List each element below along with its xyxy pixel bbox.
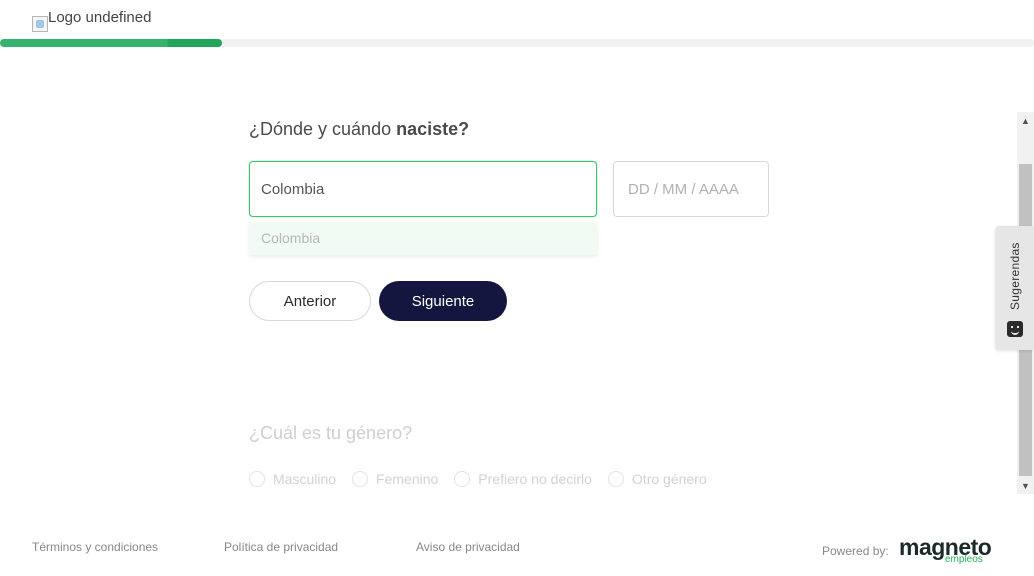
logo-alt-text: Logo undefined (48, 9, 152, 26)
radio-button[interactable] (352, 471, 369, 487)
progress-bar-fill (0, 39, 223, 47)
birth-country-input[interactable] (249, 161, 597, 217)
birth-question: ¿Dónde y cuándo naciste? (249, 119, 469, 140)
gender-option-masculino[interactable]: Masculino (249, 471, 336, 487)
country-suggestions-dropdown: Colombia (249, 223, 597, 255)
gender-option-label: Otro género (631, 471, 707, 487)
previous-button[interactable]: Anterior (249, 281, 371, 321)
magneto-logo[interactable]: magneto empleos (899, 536, 992, 565)
gender-question: ¿Cuál es tu género? (249, 423, 413, 443)
radio-button[interactable] (249, 471, 265, 487)
footer-link-privacy-policy[interactable]: Política de privacidad (224, 540, 338, 554)
gender-option-label: Femenino (376, 471, 439, 487)
radio-button[interactable] (454, 471, 471, 487)
birth-question-prefix: ¿Dónde y cuándo (249, 119, 397, 139)
radio-button[interactable] (607, 471, 624, 487)
broken-image-icon (32, 16, 48, 32)
smiley-icon (1007, 321, 1023, 337)
footer-link-terms[interactable]: Términos y condiciones (32, 540, 158, 554)
gender-option-label: Prefiero no decirlo (478, 471, 592, 487)
progress-bar (0, 39, 1034, 47)
scroll-up-arrow-icon[interactable]: ▲ (1017, 112, 1034, 129)
scroll-down-arrow-icon[interactable]: ▼ (1017, 477, 1034, 494)
gender-options: Masculino Femenino Prefiero no decirlo O… (249, 471, 723, 487)
gender-option-otro[interactable]: Otro género (607, 471, 707, 487)
gender-option-label: Masculino (273, 471, 337, 487)
birth-question-bold: naciste? (396, 119, 470, 139)
brand-sub-text: empleos (945, 554, 983, 565)
footer-link-privacy-notice[interactable]: Aviso de privacidad (416, 540, 520, 554)
birth-date-input[interactable] (613, 161, 769, 217)
gender-option-femenino[interactable]: Femenino (352, 471, 438, 487)
powered-by-label: Powered by: (822, 544, 889, 558)
gender-option-prefiero-no-decirlo[interactable]: Prefiero no decirlo (454, 471, 592, 487)
side-tab-label: Sugerendas (1008, 242, 1022, 310)
next-button[interactable]: Siguiente (379, 281, 507, 321)
suggestions-side-tab[interactable]: Sugerendas (996, 226, 1034, 350)
logo[interactable]: Logo undefined (32, 9, 151, 32)
page: Logo undefined ¿Dónde y cuándo naciste? … (0, 0, 1034, 576)
country-suggestion-item[interactable]: Colombia (249, 223, 597, 253)
